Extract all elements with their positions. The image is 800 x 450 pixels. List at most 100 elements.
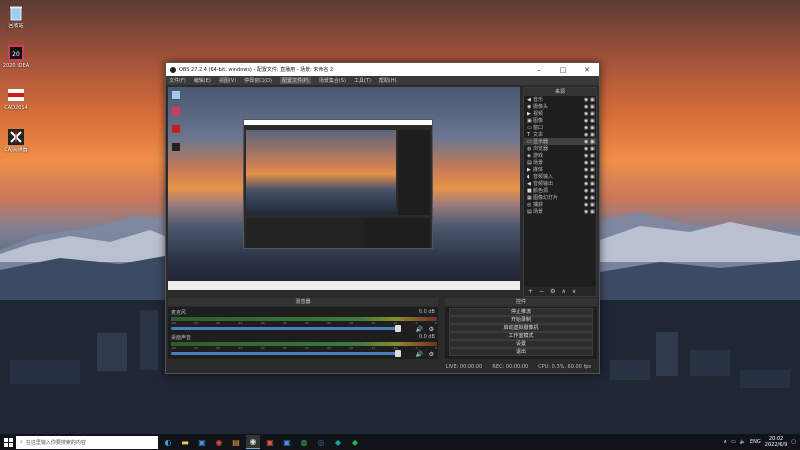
clock-date: 2022/6/9 bbox=[764, 442, 788, 448]
app-icon[interactable]: ◆ bbox=[331, 435, 345, 449]
exit-button[interactable]: 退出 bbox=[449, 348, 593, 356]
source-item[interactable]: ▶ 视频 ◉ ▣ bbox=[524, 110, 596, 118]
notification-icon[interactable]: ▢ bbox=[791, 439, 796, 445]
photo-icon[interactable]: ▣ bbox=[280, 435, 294, 449]
lock-icon[interactable]: ▣ bbox=[590, 181, 596, 187]
add-source-button[interactable]: + bbox=[528, 288, 533, 295]
source-properties-gear-icon[interactable]: ⚙ bbox=[550, 288, 555, 295]
menu-help[interactable]: 帮助(H) bbox=[379, 77, 397, 84]
chrome-icon[interactable]: ◉ bbox=[212, 435, 226, 449]
edge-icon[interactable]: ◐ bbox=[161, 435, 175, 449]
close-button[interactable]: ✕ bbox=[575, 66, 599, 74]
menu-profile[interactable]: 配置文件(P) bbox=[279, 77, 311, 84]
preview-canvas[interactable] bbox=[168, 87, 520, 290]
network-icon[interactable]: ▭ bbox=[731, 439, 736, 445]
move-down-icon[interactable]: ∨ bbox=[572, 288, 576, 295]
remove-source-button[interactable]: − bbox=[539, 288, 544, 295]
move-up-icon[interactable]: ∧ bbox=[561, 288, 565, 295]
source-item[interactable]: ◉ 摄像头 ◉ ▣ bbox=[524, 103, 596, 111]
maximize-button[interactable]: □ bbox=[551, 66, 575, 74]
start-recording-button[interactable]: 开始录制 bbox=[449, 316, 593, 324]
source-item[interactable]: ▤ 场景 ◉ ▣ bbox=[524, 208, 596, 216]
lock-icon[interactable]: ▣ bbox=[590, 153, 596, 159]
store-icon[interactable]: ▣ bbox=[195, 435, 209, 449]
lock-icon[interactable]: ▣ bbox=[590, 125, 596, 131]
notes-icon[interactable]: ▤ bbox=[229, 435, 243, 449]
taskbar-search-box[interactable]: ⌕ 在这里输入你要搜索的内容 bbox=[16, 435, 158, 449]
tray-chevron-up-icon[interactable]: ∧ bbox=[723, 439, 727, 445]
source-item[interactable]: ◖ 音频输入 ◉ ▣ bbox=[524, 173, 596, 181]
taskbar-clock[interactable]: 20:02 2022/6/9 bbox=[765, 436, 787, 448]
start-button[interactable] bbox=[0, 434, 16, 450]
meter-tick-label: -30 bbox=[303, 346, 309, 350]
lock-icon[interactable]: ▣ bbox=[590, 188, 596, 194]
volume-icon[interactable]: 🔈 bbox=[740, 439, 746, 445]
source-item[interactable]: ▦ 图像幻灯片 ◉ ▣ bbox=[524, 194, 596, 202]
minimize-button[interactable]: – bbox=[527, 66, 551, 74]
stop-streaming-button[interactable]: 停止推流 bbox=[449, 308, 593, 316]
gear-icon[interactable]: ⚙ bbox=[429, 351, 434, 358]
input-language[interactable]: ENG bbox=[750, 439, 761, 445]
lock-icon[interactable]: ▣ bbox=[590, 146, 596, 152]
lock-icon[interactable]: ▣ bbox=[590, 118, 596, 124]
reader-icon bbox=[7, 128, 25, 146]
source-item[interactable]: T 文本 ◉ ▣ bbox=[524, 131, 596, 139]
menu-file[interactable]: 文件(F) bbox=[169, 77, 186, 84]
lock-icon[interactable]: ▣ bbox=[590, 195, 596, 201]
source-name: 捕获 bbox=[533, 202, 544, 208]
source-item[interactable]: ◎ 捕获 ◉ ▣ bbox=[524, 201, 596, 209]
start-virtual-camera-button[interactable]: 启动虚拟摄像机 bbox=[449, 324, 593, 332]
volume-slider-handle[interactable] bbox=[395, 325, 402, 332]
source-item[interactable]: ▶ 媒体 ◉ ▣ bbox=[524, 166, 596, 174]
source-name: 浏览器 bbox=[533, 146, 549, 152]
speaker-icon[interactable]: 🔊 bbox=[416, 326, 423, 333]
volume-meter bbox=[171, 317, 437, 321]
source-item[interactable]: ▤ 场景 ◉ ▣ bbox=[524, 159, 596, 167]
desktop-icon-recycle-bin[interactable]: 回收站 bbox=[2, 4, 30, 29]
volume-slider[interactable] bbox=[171, 350, 402, 357]
menu-view[interactable]: 视图(V) bbox=[219, 77, 236, 84]
menu-scene-collection[interactable]: 场景集合(S) bbox=[319, 77, 346, 84]
lock-icon[interactable]: ▣ bbox=[590, 97, 596, 103]
windows-icon bbox=[3, 437, 13, 447]
menu-docks[interactable]: 停靠窗口(D) bbox=[244, 77, 272, 84]
speaker-icon[interactable]: 🔊 bbox=[416, 351, 423, 358]
search-placeholder: 在这里输入你要搜索的内容 bbox=[25, 439, 86, 446]
wechat-icon[interactable]: ◍ bbox=[297, 435, 311, 449]
lock-icon[interactable]: ▣ bbox=[590, 174, 596, 180]
lock-icon[interactable]: ▣ bbox=[590, 104, 596, 110]
menu-edit[interactable]: 编辑(E) bbox=[194, 77, 211, 84]
source-item[interactable]: ◀ 音乐 ◉ ▣ bbox=[524, 96, 596, 104]
settings-button[interactable]: 设置 bbox=[449, 340, 593, 348]
source-item[interactable]: ◈ 游戏 ◉ ▣ bbox=[524, 152, 596, 160]
title-bar[interactable]: OBS 27.2.4 (64-bit, windows) - 配置文件: 直播用… bbox=[166, 63, 599, 76]
menu-tools[interactable]: 工具(T) bbox=[354, 77, 371, 84]
lock-icon[interactable]: ▣ bbox=[590, 111, 596, 117]
steam-icon[interactable]: ◎ bbox=[314, 435, 328, 449]
lock-icon[interactable]: ▣ bbox=[590, 160, 596, 166]
desktop-icon-idea[interactable]: 20 2020 IDEA bbox=[2, 44, 30, 69]
folder-icon[interactable]: ▬ bbox=[178, 435, 192, 449]
lock-icon[interactable]: ▣ bbox=[590, 209, 596, 215]
studio-mode-button[interactable]: 工作室模式 bbox=[449, 332, 593, 340]
source-item[interactable]: ◀ 音频输出 ◉ ▣ bbox=[524, 180, 596, 188]
source-item[interactable]: ▭ 显示器 ◉ ▣ bbox=[524, 138, 596, 145]
desktop-icon-cad[interactable]: CAD2014 bbox=[2, 86, 30, 111]
volume-slider[interactable] bbox=[171, 325, 402, 332]
source-name: 场景 bbox=[533, 209, 544, 215]
lock-icon[interactable]: ▣ bbox=[590, 139, 596, 145]
source-item[interactable]: ▭ 窗口 ◉ ▣ bbox=[524, 124, 596, 132]
app2-icon[interactable]: ◆ bbox=[348, 435, 362, 449]
channel-name: 桌面声音 bbox=[171, 335, 192, 341]
gear-icon[interactable]: ⚙ bbox=[429, 326, 434, 333]
lock-icon[interactable]: ▣ bbox=[590, 132, 596, 138]
source-item[interactable]: ◍ 浏览器 ◉ ▣ bbox=[524, 145, 596, 153]
lock-icon[interactable]: ▣ bbox=[590, 167, 596, 173]
obs-icon[interactable]: ◉ bbox=[246, 435, 260, 449]
source-item[interactable]: ▣ 图像 ◉ ▣ bbox=[524, 117, 596, 125]
desktop-icon-reader[interactable]: CAJ阅读器 bbox=[2, 128, 30, 153]
lock-icon[interactable]: ▣ bbox=[590, 202, 596, 208]
source-item[interactable]: ■ 颜色源 ◉ ▣ bbox=[524, 187, 596, 195]
wps-icon[interactable]: ▣ bbox=[263, 435, 277, 449]
volume-slider-handle[interactable] bbox=[395, 350, 402, 357]
